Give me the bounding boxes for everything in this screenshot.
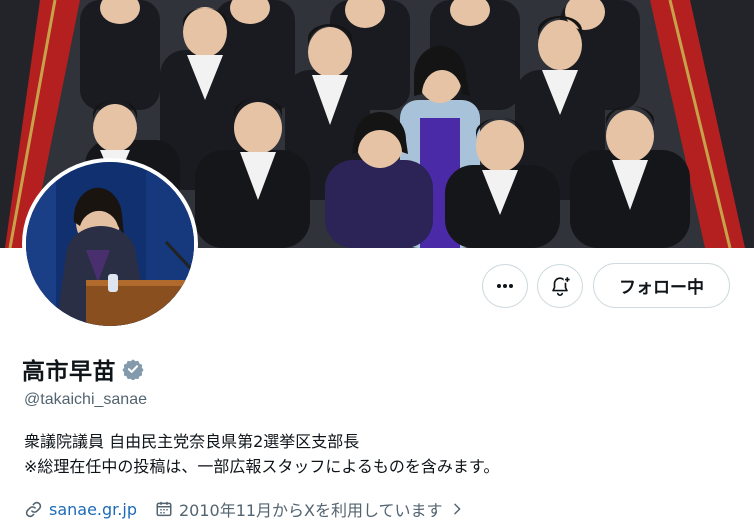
profile-avatar[interactable]: [22, 158, 198, 330]
website-item: sanae.gr.jp: [24, 500, 137, 519]
avatar-photo: [26, 162, 194, 326]
display-name: 高市早苗: [22, 359, 116, 385]
profile-name-row: 高市早苗: [22, 352, 144, 386]
more-icon: [497, 284, 513, 288]
link-icon: [25, 501, 42, 517]
bio-line: 衆議院議員 自由民主党奈良県第2選挙区支部長: [24, 432, 360, 451]
following-button[interactable]: フォロー中: [593, 263, 730, 308]
joined-date: 2010年11月からXを利用しています: [178, 501, 443, 520]
notification-add-icon: [552, 276, 571, 296]
chevron-right-icon: [453, 503, 460, 515]
bio-line: ※総理在任中の投稿は、一部広報スタッフによるものを含みます。: [24, 457, 500, 476]
calendar-icon: [156, 501, 172, 517]
verified-badge-icon[interactable]: [122, 358, 144, 380]
profile-meta: sanae.gr.jp 2010年11月からXを利用しています: [24, 497, 471, 521]
profile-bio: 衆議院議員 自由民主党奈良県第2選挙区支部長 ※総理在任中の投稿は、一部広報スタ…: [24, 429, 499, 479]
website-link[interactable]: sanae.gr.jp: [49, 500, 137, 519]
notification-button[interactable]: [537, 264, 583, 308]
more-button[interactable]: [482, 264, 528, 308]
joined-item[interactable]: 2010年11月からXを利用しています: [155, 497, 471, 521]
handle: @takaichi_sanae: [24, 391, 147, 408]
